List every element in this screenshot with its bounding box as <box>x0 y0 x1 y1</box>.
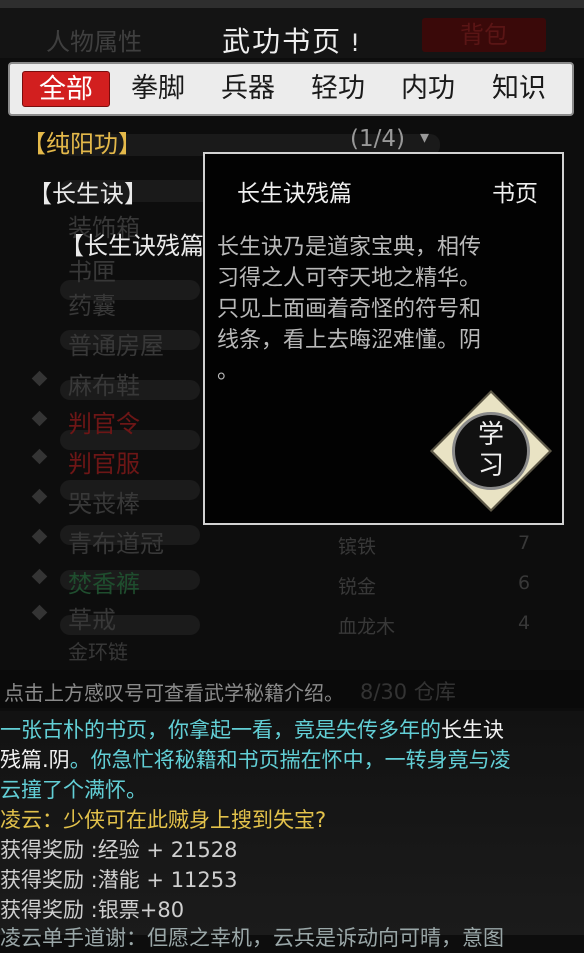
top-strip <box>0 0 584 8</box>
item-description: 长生诀乃是道家宝典，相传 习得之人可夺天地之精华。 只见上面画着奇怪的符号和 线… <box>217 232 547 387</box>
bg-item: 青布道冠 <box>68 530 164 558</box>
item-diamond-icon <box>31 568 48 585</box>
item-diamond-icon <box>31 410 48 427</box>
bg-item: 普通房屋 <box>68 332 164 360</box>
learn-button-label[interactable]: 学 习 <box>452 420 530 482</box>
log-line: 凌云单手道谢：但愿之幸机，云兵是诉动向可晴，意图 <box>0 926 504 950</box>
bg-item: 草戒 <box>68 606 116 634</box>
tab-qinggong[interactable]: 轻功 <box>294 71 382 107</box>
log-text: 。你急忙将秘籍和书页揣在怀中，一转身竟与凌 <box>69 748 511 772</box>
hint-bar: 点击上方感叹号可查看武学秘籍介绍。 8/30 仓库 <box>0 670 584 708</box>
log-line: 残篇.阴。你急忙将秘籍和书页揣在怀中，一转身竟与凌 <box>0 745 511 775</box>
item-diamond-icon <box>31 448 48 465</box>
log-line: 凌云：少侠可在此贼身上搜到失宝? <box>0 808 327 832</box>
tab-backpack[interactable]: 背包 <box>422 18 546 52</box>
desc-line: 长生诀乃是道家宝典，相传 <box>217 235 482 260</box>
tab-fist[interactable]: 拳脚 <box>114 71 202 107</box>
bg-item: 麻布鞋 <box>68 372 140 400</box>
desc-line: 习得之人可夺天地之精华。 <box>217 266 482 291</box>
material-name: 血龙木 <box>338 616 396 638</box>
material-qty: 6 <box>518 572 531 594</box>
item-type: 书页 <box>492 181 538 207</box>
skill-changsheng[interactable]: 【长生诀】 <box>28 174 148 209</box>
storage-count: 8/30 仓库 <box>360 680 456 704</box>
item-diamond-icon <box>31 488 48 505</box>
bg-item: 判官令 <box>68 410 140 438</box>
tab-knowledge[interactable]: 知识 <box>474 71 564 107</box>
chevron-down-icon[interactable]: ▾ <box>420 127 429 148</box>
item-diamond-icon <box>31 370 48 387</box>
log-reward: 获得奖励 :银票+80 <box>0 898 185 922</box>
log-line: 一张古朴的书页，你拿起一看，竟是失传多年的长生诀 <box>0 715 504 745</box>
skill-chunyang-progress: (1/4) <box>350 126 405 152</box>
page-title-text: 武功书页 <box>222 25 343 58</box>
item-diamond-icon <box>31 528 48 545</box>
skill-changsheng-fragment[interactable]: 【长生诀残篇 <box>60 226 204 261</box>
info-exclamation-button[interactable]: ! <box>350 29 362 57</box>
item-name: 长生诀残篇 <box>237 181 352 207</box>
header-bar: 人物属性 武功书页! 背包 <box>0 8 584 58</box>
bg-item: 哭丧棒 <box>68 490 140 518</box>
material-name: 锐金 <box>338 576 377 598</box>
log-reward: 获得奖励 :潜能 + 11253 <box>0 868 238 892</box>
bg-item: 判官服 <box>68 450 140 478</box>
log-text: 一张古朴的书页，你拿起一看，竟是失传多年的 <box>0 718 441 742</box>
bg-item: 焚香裤 <box>68 570 140 598</box>
material-name: 镔铁 <box>338 536 377 558</box>
log-reward: 获得奖励 :经验 + 21528 <box>0 838 238 862</box>
material-qty: 7 <box>518 532 531 554</box>
tab-weapon[interactable]: 兵器 <box>204 71 292 107</box>
bg-item: 药囊 <box>68 292 116 320</box>
item-diamond-icon <box>31 604 48 621</box>
tab-all[interactable]: 全部 <box>22 71 110 107</box>
category-tabs: 全部 拳脚 兵器 轻功 内功 知识 <box>8 62 574 116</box>
log-line: 云撞了个满怀。 <box>0 778 147 802</box>
log-item-name: 残篇.阴 <box>0 748 70 772</box>
skill-chunyang[interactable]: 【纯阳功】 <box>22 124 142 159</box>
material-qty: 4 <box>518 612 531 634</box>
desc-line: 只见上面画着奇怪的符号和 <box>217 297 482 322</box>
message-log: 一张古朴的书页，你拿起一看，竟是失传多年的长生诀 残篇.阴。你急忙将秘籍和书页揣… <box>0 711 584 950</box>
learn-label-line: 学 <box>477 420 504 450</box>
tab-neigong[interactable]: 内功 <box>384 71 472 107</box>
desc-line: 线条，看上去晦涩难懂。阴 <box>217 328 482 353</box>
log-item-name: 长生诀 <box>441 718 504 742</box>
desc-line: 。 <box>217 359 240 384</box>
learn-label-line: 习 <box>477 451 504 481</box>
bg-item: 金环链 <box>68 640 128 664</box>
hint-text: 点击上方感叹号可查看武学秘籍介绍。 <box>4 681 344 705</box>
